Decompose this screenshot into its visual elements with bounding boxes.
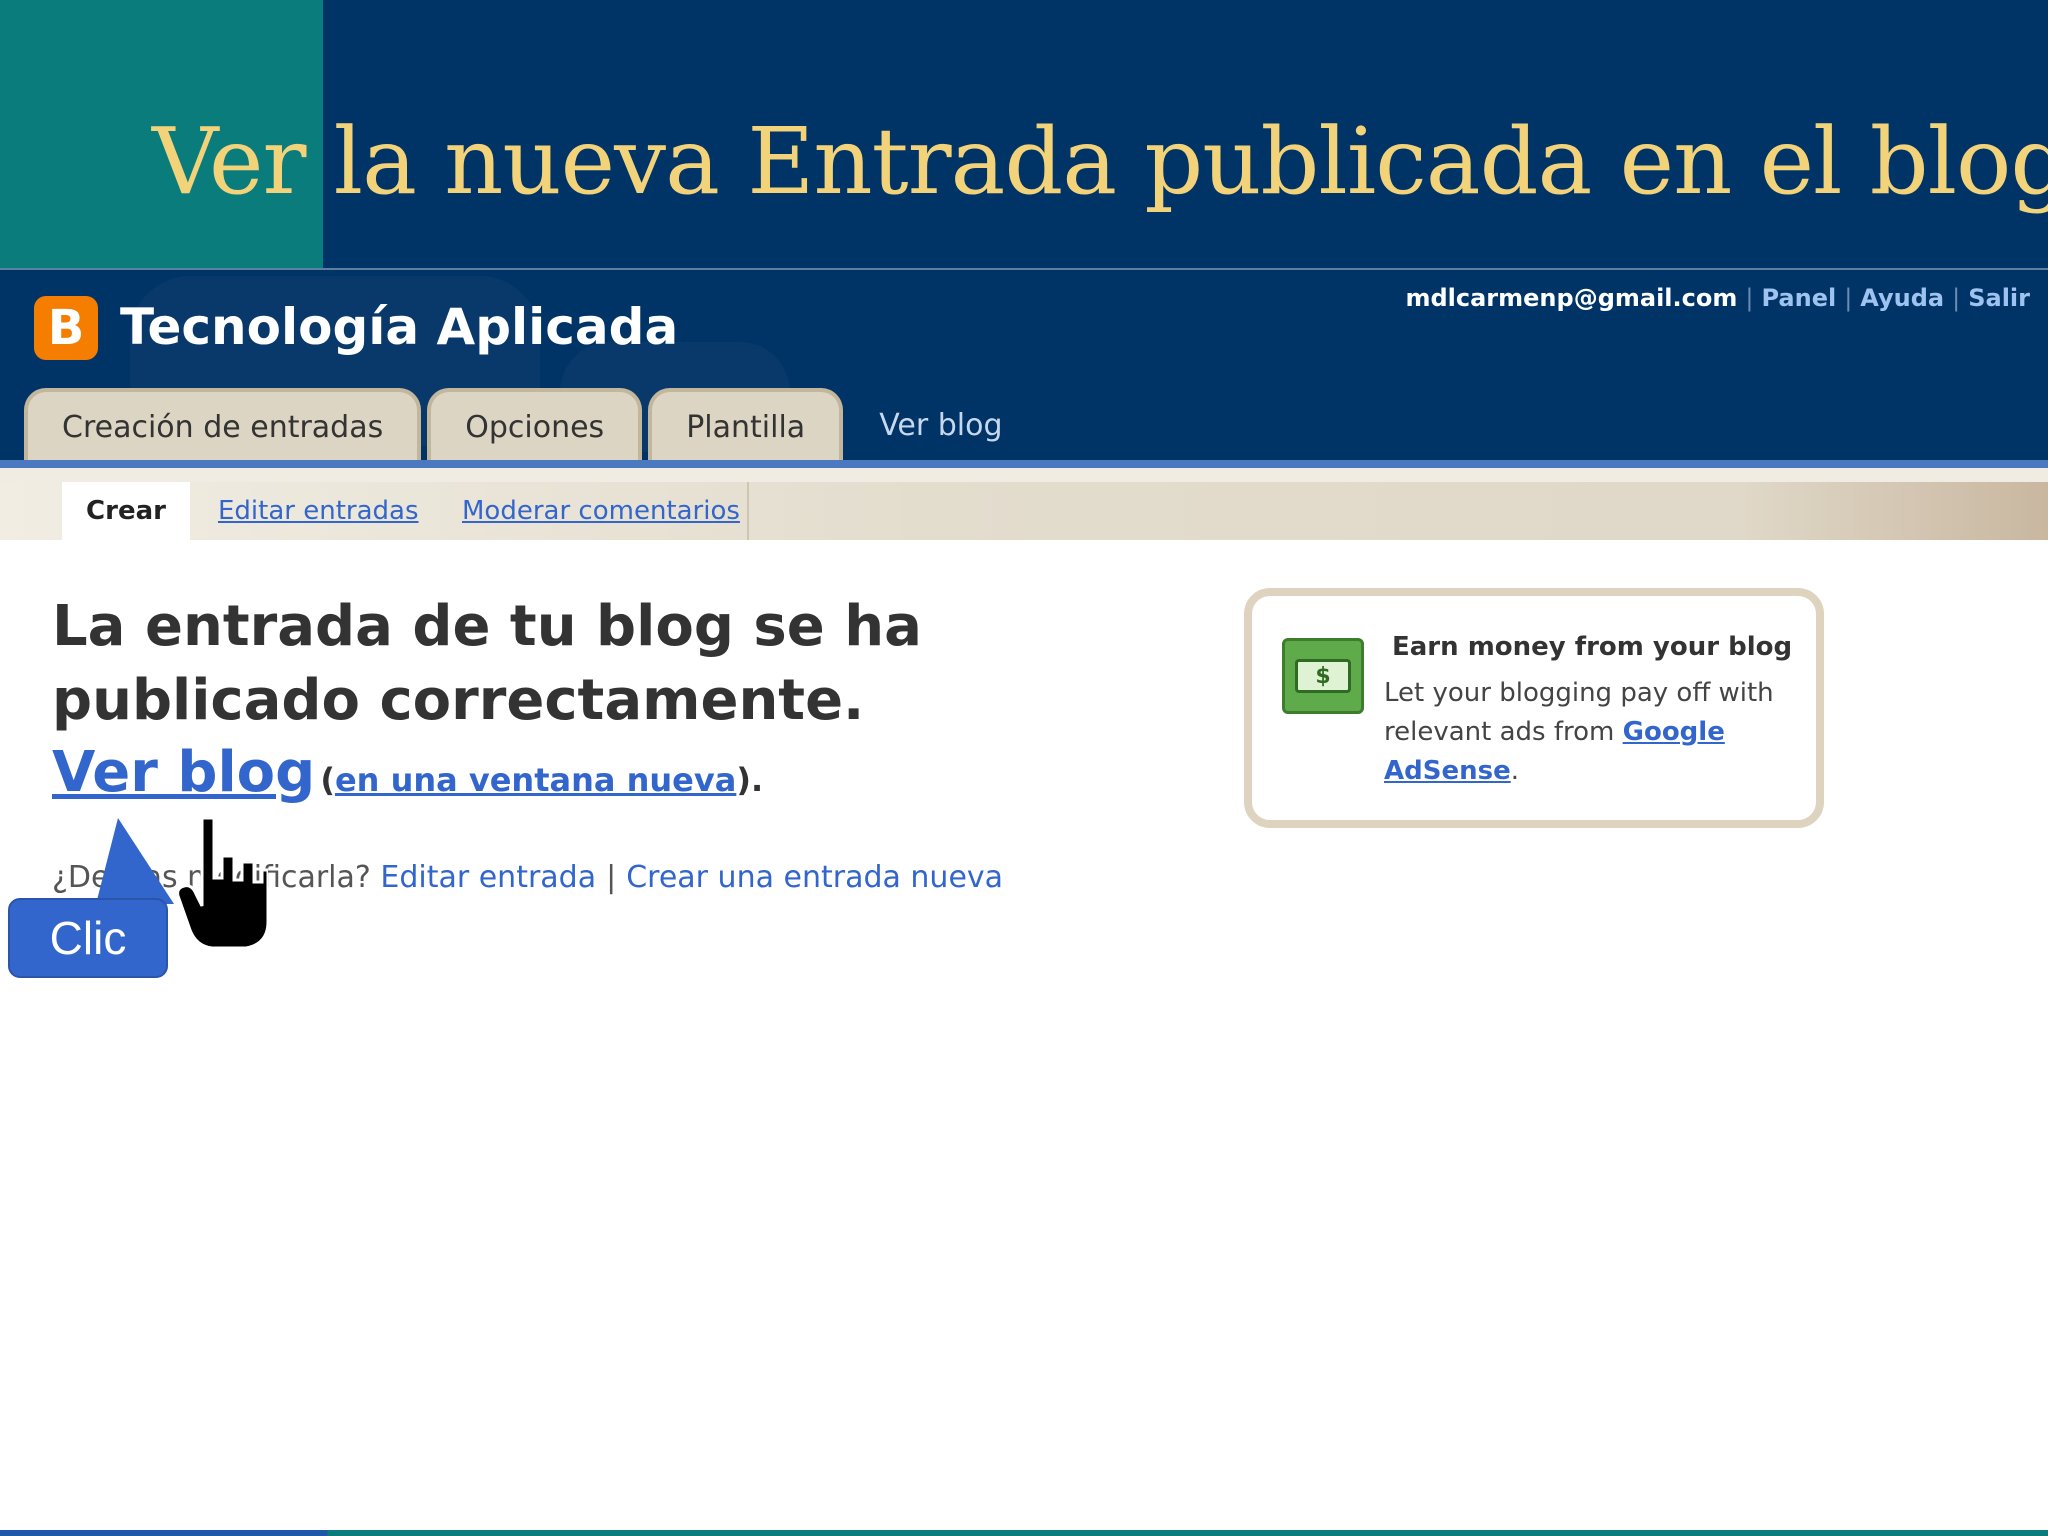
money-icon: $ (1282, 638, 1364, 714)
adsense-promo-box: $ Earn money from your blog Let your blo… (1244, 588, 1824, 828)
account-links: mdlcarmenp@gmail.com | Panel | Ayuda | Salir (1405, 284, 2030, 312)
tabs-underline (0, 460, 2048, 468)
slide-footer-line (0, 1530, 2048, 1536)
dollar-bill-icon: $ (1295, 659, 1351, 693)
hand-cursor-icon (178, 816, 268, 950)
subtab-create[interactable]: Crear (62, 482, 190, 540)
panel-link[interactable]: Panel (1761, 284, 1836, 312)
subtabs-bar: Crear Editar entradas Moderar comentario… (0, 468, 2048, 540)
blog-title: Tecnología Aplicada (120, 298, 679, 356)
tab-settings[interactable]: Opciones (427, 388, 643, 462)
main-tabs: Creación de entradas Opciones Plantilla … (24, 388, 1032, 462)
success-message: La entrada de tu blog se ha publicado co… (52, 594, 922, 733)
edit-posts-link[interactable]: Editar entradas (218, 496, 419, 526)
link-separator: | (1844, 284, 1853, 312)
user-email: mdlcarmenp@gmail.com (1405, 284, 1738, 312)
tab-posting[interactable]: Creación de entradas (24, 388, 422, 462)
tab-template[interactable]: Plantilla (648, 388, 844, 462)
subtab-moderate-comments: Moderar comentarios (462, 482, 740, 540)
callout-pointer (96, 818, 174, 904)
blogger-logo-icon[interactable]: B (34, 296, 98, 360)
adsense-title: Earn money from your blog (1392, 632, 1793, 662)
moderate-comments-link[interactable]: Moderar comentarios (462, 496, 740, 526)
link-separator: | (1745, 284, 1754, 312)
subtab-divider (747, 482, 749, 540)
view-blog-link[interactable]: Ver blog (52, 740, 315, 805)
view-blog-line: Ver blog (en una ventana nueva). (52, 740, 763, 805)
new-post-link[interactable]: Crear una entrada nueva (626, 860, 1003, 895)
clic-callout: Clic (8, 898, 168, 978)
subtab-edit-posts: Editar entradas (218, 482, 419, 540)
link-separator: | (606, 860, 617, 895)
new-window-link[interactable]: en una ventana nueva (335, 761, 736, 799)
blogger-navbar: B Tecnología Aplicada mdlcarmenp@gmail.c… (0, 270, 2048, 462)
edit-post-link[interactable]: Editar entrada (380, 860, 596, 895)
paren-close: ). (736, 761, 764, 799)
adsense-body: Let your blogging pay off with relevant … (1384, 674, 1804, 791)
slide-title: Ver la nueva Entrada publicada en el blo… (152, 108, 2048, 215)
logout-link[interactable]: Salir (1968, 284, 2030, 312)
adsense-period: . (1510, 756, 1519, 786)
link-separator: | (1952, 284, 1961, 312)
paren-open: ( (320, 761, 335, 799)
slide-header: Ver la nueva Entrada publicada en el blo… (0, 0, 2048, 268)
tab-view-blog[interactable]: Ver blog (849, 388, 1032, 462)
help-link[interactable]: Ayuda (1860, 284, 1944, 312)
